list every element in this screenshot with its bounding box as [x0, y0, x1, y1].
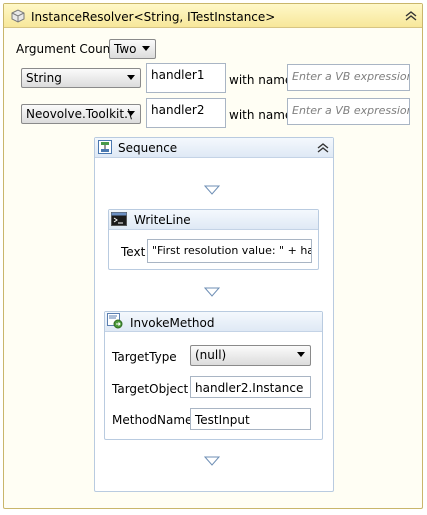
- method-name-label: MethodName: [112, 413, 193, 427]
- handler1-name-input[interactable]: handler1: [146, 63, 226, 93]
- method-name-input[interactable]: TestInput: [190, 408, 311, 430]
- instance-resolver-title: InstanceResolver<String, ITestInstance>: [31, 10, 276, 24]
- handler2-name-input[interactable]: handler2: [146, 98, 226, 128]
- expression-placeholder-1: Enter a VB expression: [292, 70, 410, 83]
- type-select-2-value: Neovolve.Toolkit.\: [26, 107, 132, 121]
- sequence-icon: [98, 140, 112, 154]
- expression-input-2[interactable]: Enter a VB expression: [287, 98, 410, 125]
- target-type-label: TargetType: [112, 350, 177, 364]
- argument-count-label: Argument Count:: [16, 42, 120, 56]
- activity-box-icon: [10, 8, 26, 24]
- writeline-text-input[interactable]: "First resolution value: " + har: [147, 239, 312, 263]
- writeline-text-value: "First resolution value: " + har: [152, 244, 312, 257]
- handler2-name-value: handler2: [151, 103, 205, 117]
- invokemethod-title: InvokeMethod: [130, 316, 215, 330]
- drop-target-arrow-icon[interactable]: [203, 184, 221, 195]
- argument-count-value: Two: [114, 42, 137, 56]
- with-name-label-2: with name: [229, 108, 293, 122]
- double-chevron-up-icon[interactable]: [315, 140, 331, 156]
- sequence-title: Sequence: [118, 141, 178, 155]
- double-chevron-up-icon[interactable]: [403, 8, 419, 24]
- target-object-label: TargetObject: [112, 382, 189, 396]
- method-name-value: TestInput: [195, 413, 250, 427]
- target-type-select[interactable]: (null): [190, 345, 311, 366]
- chevron-down-icon: [297, 352, 305, 357]
- writeline-title: WriteLine: [134, 213, 191, 227]
- drop-target-arrow-icon[interactable]: [203, 455, 221, 466]
- type-select-1[interactable]: String: [21, 68, 141, 88]
- target-object-value: handler2.Instance: [195, 381, 304, 395]
- drop-target-arrow-icon[interactable]: [203, 286, 221, 297]
- target-object-input[interactable]: handler2.Instance: [190, 376, 311, 398]
- argument-count-select[interactable]: Two: [109, 39, 156, 59]
- chevron-down-icon: [127, 75, 135, 80]
- expression-placeholder-2: Enter a VB expression: [292, 104, 410, 117]
- handler1-name-value: handler1: [151, 68, 205, 82]
- invoke-method-icon: [107, 313, 123, 329]
- chevron-down-icon: [142, 46, 150, 51]
- target-type-value: (null): [195, 348, 227, 362]
- console-icon: [111, 212, 127, 226]
- type-select-2[interactable]: Neovolve.Toolkit.\: [21, 104, 141, 124]
- with-name-label-1: with name: [229, 73, 293, 87]
- chevron-down-icon: [127, 111, 135, 116]
- expression-input-1[interactable]: Enter a VB expression: [287, 64, 410, 91]
- type-select-1-value: String: [26, 71, 62, 85]
- writeline-text-label: Text: [121, 245, 146, 259]
